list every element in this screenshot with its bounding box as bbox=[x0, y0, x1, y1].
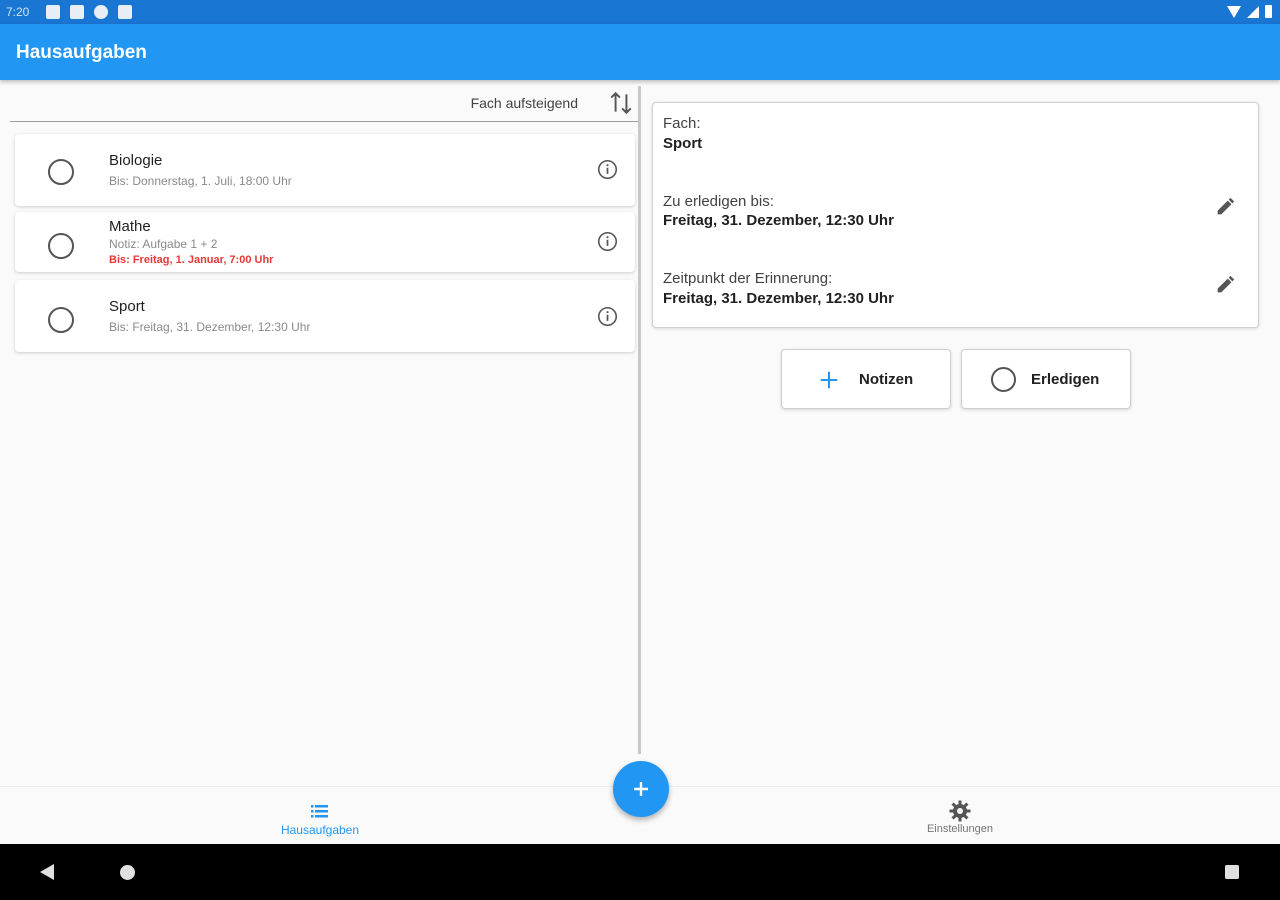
mark-done-button[interactable]: Erledigen bbox=[961, 349, 1131, 409]
complete-radio[interactable] bbox=[48, 159, 74, 185]
back-icon[interactable] bbox=[40, 864, 54, 880]
due-value: Freitag, 31. Dezember, 12:30 Uhr bbox=[663, 212, 894, 229]
status-time: 7:20 bbox=[6, 5, 30, 19]
detail-card: Fach: Sport Zu erledigen bis: Freitag, 3… bbox=[652, 102, 1259, 328]
app-bar: Hausaufgaben bbox=[0, 24, 1280, 80]
list-icon bbox=[311, 805, 328, 818]
list-item[interactable]: Biologie Bis: Donnerstag, 1. Juli, 18:00… bbox=[15, 134, 635, 206]
add-notes-button[interactable]: Notizen bbox=[781, 349, 951, 409]
reminder-value: Freitag, 31. Dezember, 12:30 Uhr bbox=[663, 290, 894, 307]
info-icon[interactable] bbox=[597, 306, 618, 327]
complete-radio[interactable] bbox=[48, 307, 74, 333]
notification-icon bbox=[94, 5, 108, 19]
notification-icon bbox=[70, 5, 84, 19]
list-item[interactable]: Mathe Notiz: Aufgabe 1 + 2 Bis: Freitag,… bbox=[15, 212, 635, 272]
system-nav-bar bbox=[0, 844, 1280, 900]
overdue-due-text: Bis: Freitag, 1. Januar, 7:00 Uhr bbox=[109, 254, 274, 266]
sd-card-icon bbox=[118, 5, 132, 19]
reminder-label: Zeitpunkt der Erinnerung: bbox=[663, 270, 833, 287]
info-icon[interactable] bbox=[597, 159, 618, 180]
nav-label: Einstellungen bbox=[926, 823, 994, 835]
sort-label[interactable]: Fach aufsteigend bbox=[471, 95, 578, 111]
sort-bar: Fach aufsteigend bbox=[10, 84, 640, 122]
home-icon[interactable] bbox=[120, 865, 135, 880]
plus-icon bbox=[634, 782, 648, 796]
nav-label: Hausaufgaben bbox=[280, 823, 360, 837]
subject-value: Sport bbox=[663, 135, 703, 152]
wifi-icon bbox=[1227, 5, 1241, 18]
battery-icon bbox=[1265, 5, 1272, 18]
subject-title: Mathe bbox=[109, 218, 151, 235]
subject-title: Biologie bbox=[109, 152, 163, 169]
nav-item-settings[interactable]: Einstellungen bbox=[640, 787, 1280, 845]
subject-label: Fach: bbox=[663, 115, 701, 132]
add-homework-fab[interactable] bbox=[613, 761, 669, 817]
note-text: Notiz: Aufgabe 1 + 2 bbox=[109, 237, 218, 251]
status-bar: 7:20 bbox=[0, 0, 1280, 24]
edit-reminder-icon[interactable] bbox=[1214, 274, 1236, 296]
swap-vertical-icon[interactable] bbox=[608, 90, 634, 116]
subject-title: Sport bbox=[109, 298, 145, 315]
due-label: Zu erledigen bis: bbox=[663, 193, 774, 210]
pane-divider[interactable] bbox=[638, 86, 641, 754]
notes-button-label: Notizen bbox=[859, 371, 914, 388]
info-icon[interactable] bbox=[597, 231, 618, 252]
gear-icon bbox=[949, 800, 971, 822]
system-status-icons bbox=[1227, 5, 1272, 18]
edit-due-icon[interactable] bbox=[1214, 196, 1236, 218]
plus-icon bbox=[820, 371, 838, 389]
notification-icons bbox=[46, 5, 132, 19]
nav-item-homework[interactable]: Hausaufgaben bbox=[0, 787, 640, 845]
done-button-label: Erledigen bbox=[1031, 371, 1100, 388]
recents-icon[interactable] bbox=[1225, 865, 1239, 879]
due-text: Bis: Donnerstag, 1. Juli, 18:00 Uhr bbox=[109, 174, 292, 188]
list-item[interactable]: Sport Bis: Freitag, 31. Dezember, 12:30 … bbox=[15, 280, 635, 352]
complete-radio[interactable] bbox=[48, 233, 74, 259]
notification-icon bbox=[46, 5, 60, 19]
circle-icon bbox=[991, 367, 1016, 392]
app-title: Hausaufgaben bbox=[16, 42, 147, 63]
signal-icon bbox=[1247, 5, 1259, 18]
due-text: Bis: Freitag, 31. Dezember, 12:30 Uhr bbox=[109, 320, 311, 334]
